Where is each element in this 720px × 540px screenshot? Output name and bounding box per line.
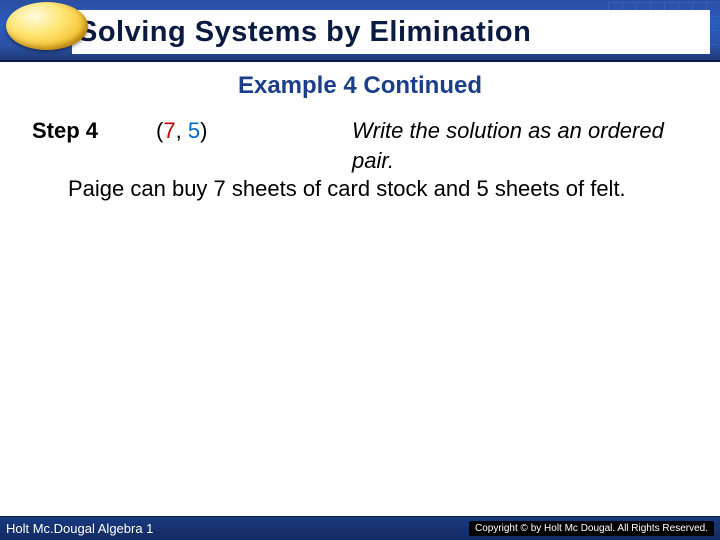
copyright-text: Copyright © by Holt Mc Dougal. All Right… <box>475 523 708 534</box>
pair-comma: , <box>176 118 188 143</box>
footer-bar: Holt Mc.Dougal Algebra 1 Copyright © by … <box>0 516 720 540</box>
step-label: Step 4 <box>32 116 98 146</box>
paren-close: ) <box>200 118 207 143</box>
header-band: Solving Systems by Elimination <box>0 0 720 62</box>
footer-copyright: Copyright © by Holt Mc Dougal. All Right… <box>469 521 714 536</box>
step-line: Step 4 (7, 5) Write the solution as an o… <box>32 116 688 146</box>
header-title-wrap: Solving Systems by Elimination <box>0 4 720 56</box>
slide: Solving Systems by Elimination Example 4… <box>0 0 720 540</box>
pair-second: 5 <box>188 118 200 143</box>
solution-sentence: Paige can buy 7 sheets of card stock and… <box>68 174 668 204</box>
footer-book-title: Holt Mc.Dougal Algebra 1 <box>6 521 153 536</box>
body-content: Step 4 (7, 5) Write the solution as an o… <box>32 116 688 146</box>
example-heading: Example 4 Continued <box>0 72 720 100</box>
header-oval-icon <box>6 2 88 50</box>
pair-first: 7 <box>163 118 175 143</box>
instruction-text: Write the solution as an ordered pair. <box>352 116 672 175</box>
ordered-pair: (7, 5) <box>156 116 207 146</box>
lesson-title: Solving Systems by Elimination <box>72 10 710 54</box>
